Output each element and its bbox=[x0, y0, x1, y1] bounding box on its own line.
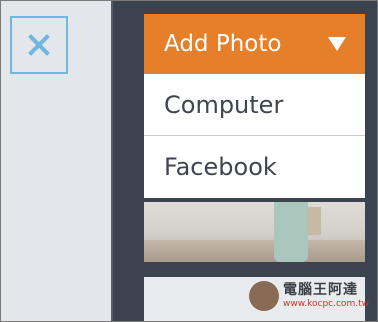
photo-tag-detail bbox=[307, 207, 321, 235]
close-button[interactable] bbox=[10, 16, 68, 74]
panel-divider bbox=[111, 1, 113, 321]
photo-fur-detail bbox=[144, 240, 365, 262]
triangle-down-icon bbox=[328, 37, 346, 51]
screenshot-frame: Add Photo Computer Facebook 電腦王阿達 www.ko… bbox=[0, 0, 378, 322]
photo-thumbnail[interactable] bbox=[144, 202, 365, 262]
add-photo-button[interactable]: Add Photo bbox=[144, 14, 365, 74]
left-panel bbox=[1, 1, 111, 321]
add-photo-label: Add Photo bbox=[164, 31, 282, 57]
watermark-face-icon bbox=[249, 281, 279, 311]
watermark-url: www.kocpc.com.tw bbox=[283, 299, 369, 309]
watermark-logo: 電腦王阿達 www.kocpc.com.tw bbox=[249, 277, 369, 317]
menu-item-label: Facebook bbox=[164, 153, 277, 181]
menu-item-computer[interactable]: Computer bbox=[144, 74, 365, 136]
menu-item-label: Computer bbox=[164, 90, 284, 119]
photo-bottle-detail bbox=[274, 202, 308, 262]
menu-item-facebook[interactable]: Facebook bbox=[144, 136, 365, 198]
add-photo-dropdown: Add Photo Computer Facebook bbox=[144, 14, 365, 198]
watermark-title: 電腦王阿達 bbox=[283, 282, 358, 298]
close-icon bbox=[28, 34, 50, 56]
